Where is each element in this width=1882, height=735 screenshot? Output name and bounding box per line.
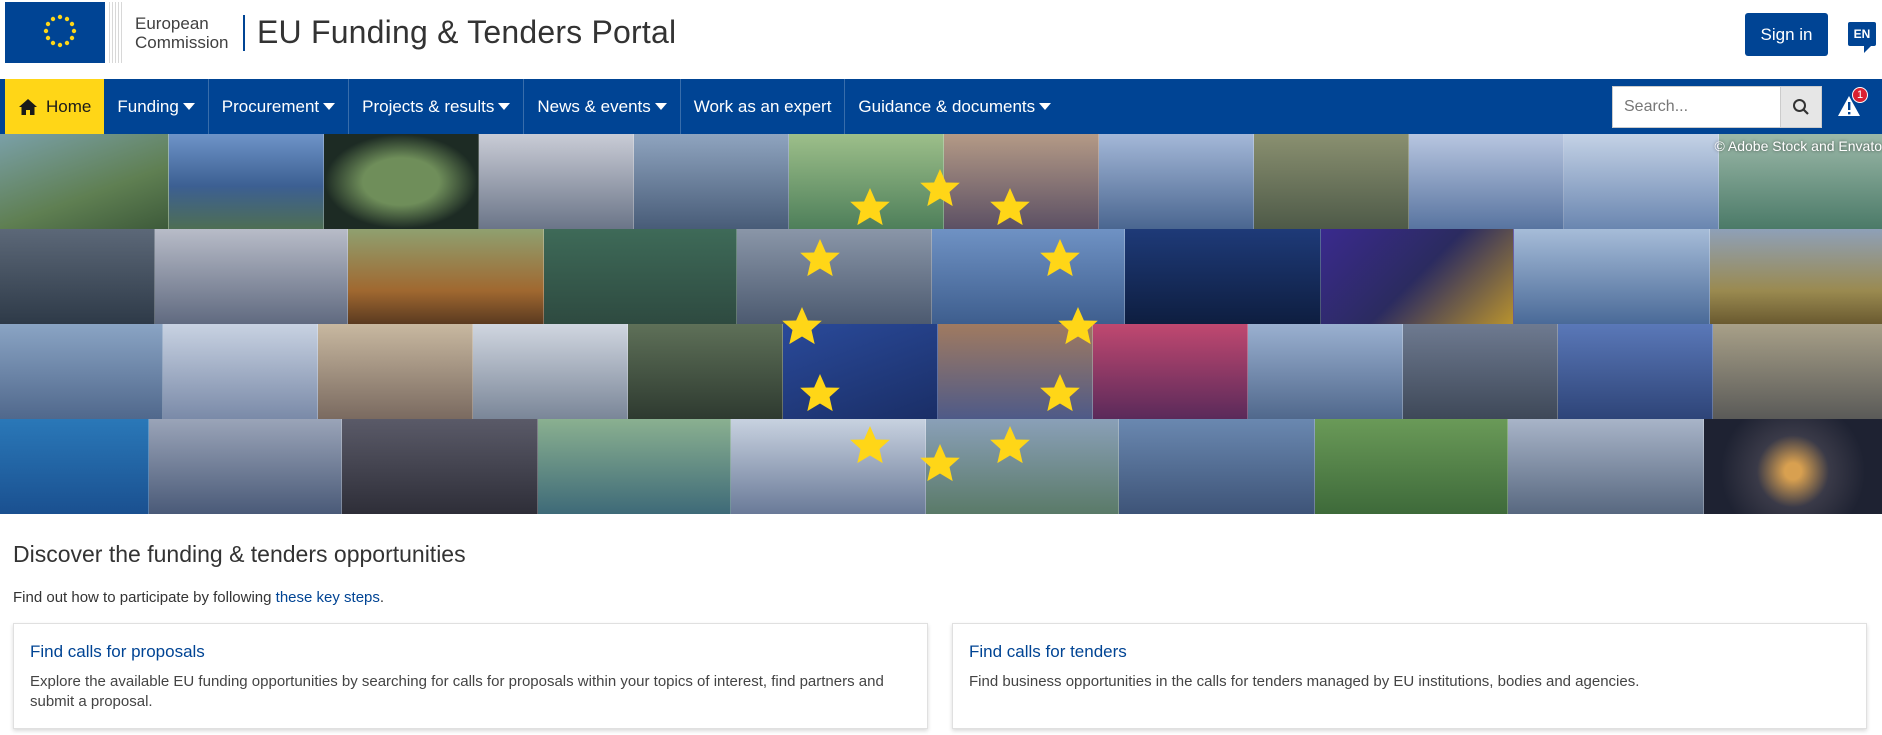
meeting-photo: [155, 229, 348, 324]
library-photo: [737, 229, 932, 324]
nav-item-label: News & events: [537, 96, 651, 116]
caret-down-icon: [1039, 103, 1052, 110]
celebration-photo: [932, 229, 1125, 324]
nav-item-news-events[interactable]: News & events: [524, 79, 681, 134]
vr-headset-photo: [1409, 134, 1564, 229]
commuters-photo: [1403, 324, 1558, 419]
jet-engine-photo: [1119, 419, 1315, 514]
search-input[interactable]: Search...: [1612, 86, 1780, 128]
worker-vest-photo: [544, 229, 737, 324]
nav-item-label: Projects & results: [362, 96, 495, 116]
europe-map-photo: [1125, 229, 1321, 324]
wildfire-photo: [0, 229, 155, 324]
crowd-photo: [1508, 419, 1704, 514]
portal-title[interactable]: EU Funding & Tenders Portal: [257, 14, 676, 51]
justice-statue-photo: [634, 134, 789, 229]
cyclists-road-photo: [1315, 419, 1508, 514]
vlogger-photo: [479, 134, 634, 229]
nav-item-label: Home: [46, 96, 92, 116]
eu-flag-logo: [5, 2, 123, 63]
language-selector[interactable]: EN: [1848, 22, 1876, 53]
caret-down-icon: [498, 103, 511, 110]
eu-stars-circle-icon: [5, 2, 105, 63]
search-button[interactable]: [1780, 86, 1822, 128]
eu-flag-photo: [783, 324, 938, 419]
particle-tech-photo: [1704, 419, 1882, 514]
caret-down-icon: [323, 103, 336, 110]
concert-photo: [169, 134, 324, 229]
technician-photo: [1558, 324, 1713, 419]
main-navigation: Home Funding Procurement Projects & resu…: [0, 79, 1882, 134]
logo-separator: [243, 14, 245, 51]
calls-for-tenders-card[interactable]: Find calls for tenders Find business opp…: [952, 623, 1867, 729]
market-photo: [944, 134, 1099, 229]
logo-text: European Commission: [135, 14, 235, 52]
home-icon: [19, 98, 37, 115]
nav-item-guidance-documents[interactable]: Guidance & documents: [845, 79, 1064, 134]
healthcare-photo: [1514, 229, 1710, 324]
calls-for-proposals-card[interactable]: Find calls for proposals Explore the ava…: [13, 623, 928, 729]
lead-prefix: Find out how to participate by following: [13, 589, 276, 606]
green-building-photo: [926, 419, 1119, 514]
soldier-photo: [1254, 134, 1409, 229]
caret-down-icon: [182, 103, 195, 110]
section-heading: Discover the funding & tenders opportuni…: [13, 541, 466, 567]
doctor-child-photo: [731, 419, 926, 514]
card-title-link[interactable]: Find calls for proposals: [30, 642, 911, 662]
photo-credit: © Adobe Stock and Envato: [1714, 138, 1882, 154]
nav-item-label: Work as an expert: [693, 96, 832, 116]
notifications-button[interactable]: 1: [1834, 87, 1868, 121]
search-icon: [1793, 99, 1809, 115]
nav-item-procurement[interactable]: Procurement: [209, 79, 350, 134]
lead-suffix: .: [379, 589, 385, 606]
aerial-sea-photo: [0, 419, 149, 514]
harvester-photo: [1710, 229, 1882, 324]
caret-down-icon: [654, 103, 667, 110]
card-description: Find business opportunities in the calls…: [969, 673, 1640, 690]
scientist-photo: [163, 324, 318, 419]
main-content: Discover the funding & tenders opportuni…: [0, 541, 1882, 729]
collage-row: [0, 419, 1882, 514]
key-steps-link[interactable]: these key steps: [276, 589, 380, 606]
collage-row: [0, 134, 1882, 229]
computer-lab-photo: [1248, 324, 1403, 419]
children-classroom-photo: [318, 324, 473, 419]
notification-badge: 1: [1852, 87, 1868, 103]
researcher-photo: [473, 324, 628, 419]
camera-operator-photo: [1093, 324, 1248, 419]
engineer-photo: [149, 419, 342, 514]
collage-row: [0, 229, 1882, 324]
cyclist-photo: [1713, 324, 1882, 419]
nav-item-label: Procurement: [221, 96, 320, 116]
nav-item-home[interactable]: Home: [5, 79, 105, 134]
bonsai-photo: [628, 324, 783, 419]
sign-in-button[interactable]: Sign in: [1745, 13, 1828, 56]
lab-plants-photo: [789, 134, 944, 229]
cards-container: Find calls for proposals Explore the ava…: [13, 623, 1869, 729]
nav-item-label: Funding: [117, 96, 179, 116]
auditorium-photo: [342, 419, 538, 514]
lead-text: Find out how to participate by following…: [13, 589, 1869, 606]
laser-photo: [1321, 229, 1514, 324]
nav-item-work-as-expert[interactable]: Work as an expert: [681, 79, 846, 134]
vegetables-photo: [348, 229, 544, 324]
site-header: European Commission EU Funding & Tenders…: [0, 0, 1882, 79]
train-window-photo: [324, 134, 479, 229]
friends-selfie-photo: [1099, 134, 1254, 229]
card-description: Explore the available EU funding opportu…: [30, 673, 884, 710]
european-commission-logo[interactable]: European Commission EU Funding & Tenders…: [5, 2, 676, 63]
logo-text-line2: Commission: [135, 32, 229, 52]
card-title-link[interactable]: Find calls for tenders: [969, 642, 1850, 662]
flood-photo: [0, 324, 163, 419]
volunteers-photo: [538, 419, 731, 514]
kiosk-photo: [1564, 134, 1719, 229]
logo-text-line1: European: [135, 13, 209, 33]
collage-row: [0, 324, 1882, 419]
painted-child-photo: [938, 324, 1093, 419]
hero-photo-collage: © Adobe Stock and Envato: [0, 134, 1882, 514]
landscape-photo: [0, 134, 169, 229]
nav-item-funding[interactable]: Funding: [104, 79, 209, 134]
nav-item-projects-results[interactable]: Projects & results: [349, 79, 525, 134]
nav-item-label: Guidance & documents: [858, 96, 1036, 116]
